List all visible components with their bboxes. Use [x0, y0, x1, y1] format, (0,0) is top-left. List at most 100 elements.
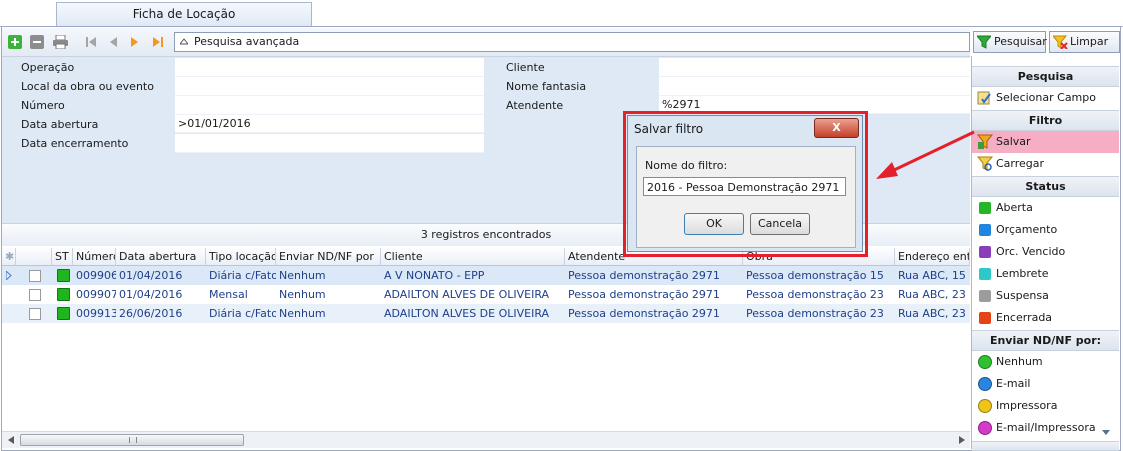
checkbox-header[interactable] [16, 248, 52, 266]
status-item-suspensa[interactable]: Suspensa [972, 285, 1119, 307]
status-aberta-icon [57, 269, 70, 282]
section-status-title: Status [972, 176, 1119, 197]
status-label: Lembrete [996, 267, 1049, 280]
last-record-icon[interactable] [152, 36, 164, 48]
scroll-right-icon[interactable] [959, 436, 965, 444]
row-checkbox[interactable] [29, 308, 41, 320]
panel-scroll-down-icon[interactable] [1102, 430, 1110, 436]
remove-icon[interactable] [30, 35, 44, 49]
scroll-left-icon[interactable] [8, 436, 14, 444]
status-lembrete-swatch-icon [979, 268, 991, 280]
input-data-abertura[interactable]: >01/01/2016 [175, 115, 484, 133]
status-item-orcamento[interactable]: Orçamento [972, 219, 1119, 241]
status-item-aberta[interactable]: Aberta [972, 197, 1119, 219]
pesquisar-label: Pesquisar [994, 35, 1047, 48]
status-label: Aberta [996, 201, 1033, 214]
filter-name-input[interactable]: 2016 - Pessoa Demonstração 2971 [643, 177, 846, 196]
enviar-label: Impressora [996, 399, 1058, 412]
input-operacao[interactable] [175, 58, 484, 77]
status-orc-vencido-swatch-icon [979, 246, 991, 258]
input-local-obra[interactable] [175, 77, 484, 96]
horizontal-scrollbar[interactable] [2, 431, 970, 448]
salvar-filtro-item[interactable]: Salvar [972, 131, 1119, 153]
status-label: Suspensa [996, 289, 1049, 302]
enviar-item-nenhum[interactable]: Nenhum [972, 351, 1119, 373]
row-checkbox[interactable] [29, 289, 41, 301]
cell-endereco: Rua ABC, 15 [898, 269, 966, 282]
input-nome-fantasia[interactable] [659, 77, 970, 96]
status-suspensa-swatch-icon [979, 290, 991, 302]
label-data-encerramento: Data encerramento [21, 137, 129, 150]
column-header-cliente[interactable]: Cliente [381, 248, 565, 266]
print-icon[interactable] [53, 35, 68, 49]
check-circle-icon [978, 421, 992, 435]
filter-name-label: Nome do filtro: [645, 159, 728, 172]
status-orcamento-swatch-icon [979, 224, 991, 236]
tab-ficha-locacao[interactable]: Ficha de Locação [56, 2, 312, 26]
enviar-item-email[interactable]: E-mail [972, 373, 1119, 395]
limpar-button[interactable]: Limpar [1049, 31, 1120, 53]
status-label: Orc. Vencido [996, 245, 1066, 258]
enviar-item-impressora[interactable]: Impressora [972, 395, 1119, 417]
next-record-icon[interactable] [130, 36, 140, 48]
label-data-abertura: Data abertura [21, 118, 99, 131]
select-field-icon [977, 91, 991, 105]
thumb-grip [129, 437, 137, 443]
column-header-endereco[interactable]: Endereço entre [895, 248, 970, 266]
status-item-lembrete[interactable]: Lembrete [972, 263, 1119, 285]
cell-obra: Pessoa demonstração 23 [746, 307, 884, 320]
label-nome-fantasia: Nome fantasia [506, 80, 587, 93]
previous-record-icon[interactable] [108, 36, 118, 48]
cancel-button[interactable]: Cancela [750, 213, 810, 235]
salvar-label: Salvar [996, 135, 1031, 148]
add-icon[interactable] [8, 35, 22, 49]
status-encerrada-swatch-icon [979, 312, 991, 324]
check-circle-icon [978, 377, 992, 391]
cell-enviar: Nenhum [279, 307, 326, 320]
cell-data-abertura: 01/04/2016 [119, 269, 183, 282]
cell-atendente: Pessoa demonstração 2971 [568, 307, 720, 320]
column-header-tipo-locacao[interactable]: Tipo locação [206, 248, 276, 266]
column-header-enviar-ndnf[interactable]: Enviar ND/NF por [276, 248, 381, 266]
clear-filter-icon [1053, 35, 1068, 49]
input-numero[interactable] [175, 96, 484, 115]
enviar-item-email-impressora[interactable]: E-mail/Impressora [972, 417, 1119, 439]
current-row-icon [6, 271, 12, 280]
column-header-st[interactable]: ST [52, 248, 73, 266]
enviar-label: E-mail/Impressora [996, 421, 1096, 434]
scroll-thumb[interactable] [20, 434, 244, 446]
first-record-icon[interactable] [85, 36, 97, 48]
close-button[interactable]: X [814, 118, 859, 138]
cell-enviar: Nenhum [279, 269, 326, 282]
column-header-data-abertura[interactable]: Data abertura [116, 248, 206, 266]
side-panel: Pesquisa Selecionar Campo Filtro Salvar … [971, 56, 1120, 451]
status-item-orc-vencido[interactable]: Orc. Vencido [972, 241, 1119, 263]
row-checkbox[interactable] [29, 270, 41, 282]
filter-icon [977, 35, 991, 49]
cell-enviar: Nenhum [279, 288, 326, 301]
cell-obra: Pessoa demonstração 23 [746, 288, 884, 301]
cell-data-abertura: 01/04/2016 [119, 288, 183, 301]
table-row[interactable]: 009913 26/06/2016 Diária c/Fator Nenhum … [2, 304, 970, 323]
status-item-encerrada[interactable]: Encerrada [972, 307, 1119, 329]
table-row[interactable]: 009906 01/04/2016 Diária c/Fator Nenhum … [2, 266, 970, 285]
selecionar-campo-label: Selecionar Campo [996, 91, 1096, 104]
input-data-encerramento[interactable] [175, 134, 484, 153]
cell-endereco: Rua ABC, 23 [898, 307, 966, 320]
advanced-search-box[interactable]: Pesquisa avançada [174, 32, 970, 52]
row-indicator-header: ✱ [2, 248, 16, 266]
enviar-label: E-mail [996, 377, 1031, 390]
check-circle-icon [978, 399, 992, 413]
column-header-numero[interactable]: Número [73, 248, 116, 266]
ok-button[interactable]: OK [684, 213, 744, 235]
status-aberta-icon [57, 288, 70, 301]
input-cliente[interactable] [659, 58, 970, 77]
pesquisar-button[interactable]: Pesquisar [973, 31, 1047, 53]
table-row[interactable]: 009907 01/04/2016 Mensal Nenhum ADAILTON… [2, 285, 970, 304]
cell-endereco: Rua ABC, 23 [898, 288, 966, 301]
carregar-filtro-item[interactable]: Carregar [972, 153, 1119, 175]
selecionar-campo-item[interactable]: Selecionar Campo [972, 87, 1119, 109]
advanced-search-label: Pesquisa avançada [194, 35, 300, 48]
cell-cliente: ADAILTON ALVES DE OLIVEIRA [384, 288, 550, 301]
annotation-arrow-icon [876, 130, 975, 179]
